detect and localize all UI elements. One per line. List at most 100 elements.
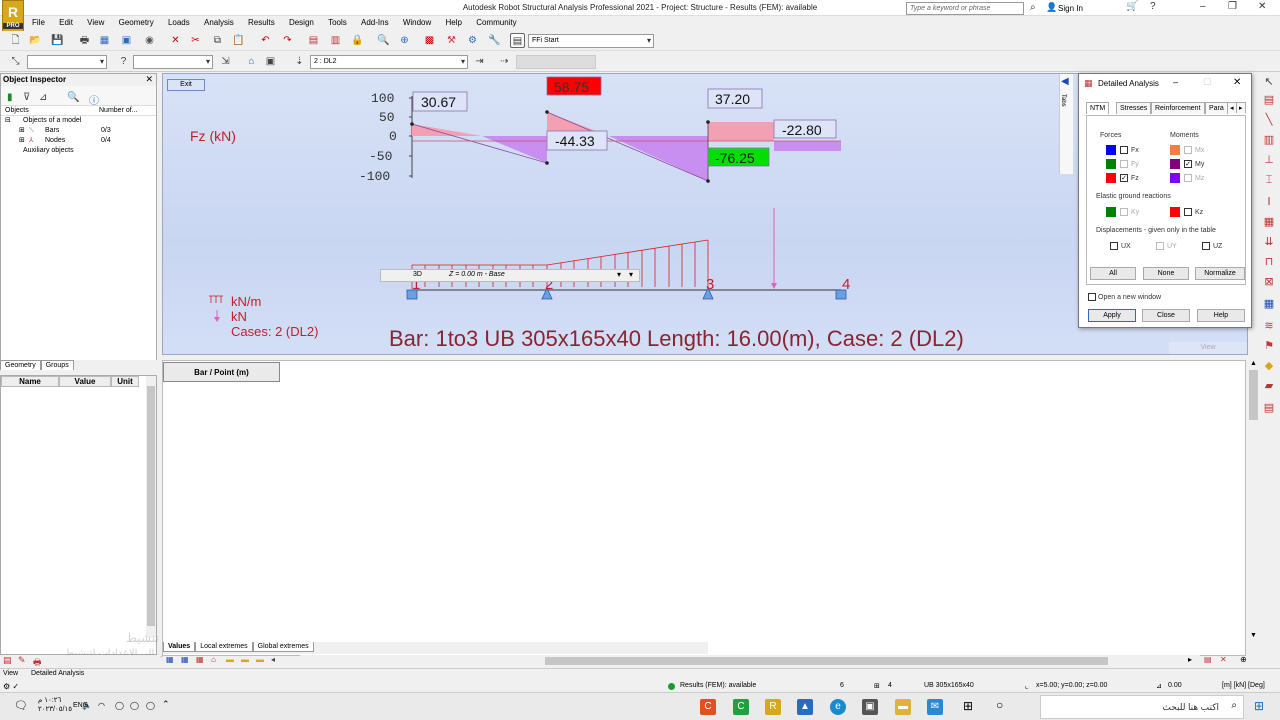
taskbar-explorer-icon[interactable]: ▬ xyxy=(895,699,911,715)
case-combo[interactable]: 2 : DL2 xyxy=(310,55,468,69)
selection-combo[interactable] xyxy=(27,55,107,69)
tab-global-extremes[interactable]: Global extremes xyxy=(252,642,314,652)
bar-point-header[interactable]: Bar / Point (m) xyxy=(163,362,280,382)
plate-icon[interactable]: ◆ xyxy=(1261,359,1277,373)
info-icon[interactable]: ⓘ xyxy=(89,92,99,107)
table-tool-8-icon[interactable]: ◂ xyxy=(271,655,275,664)
screen-capture-icon[interactable]: ▣ xyxy=(119,33,134,48)
table-tool-3-icon[interactable]: ▦ xyxy=(196,655,204,664)
apply-button[interactable]: Apply xyxy=(1088,309,1136,322)
tray-chevron-icon[interactable]: ⌃ xyxy=(162,699,170,710)
print-icon[interactable]: 🖶 xyxy=(77,33,92,48)
language-indicator[interactable]: ENG xyxy=(73,702,88,709)
table-icon[interactable]: ▤ xyxy=(306,33,321,48)
all-button[interactable]: All xyxy=(1090,267,1136,280)
view-icon[interactable]: ⌂ xyxy=(244,54,259,69)
table-view-icon[interactable]: ▦ xyxy=(1261,297,1277,311)
menu-community[interactable]: Community xyxy=(470,16,522,29)
mz-color-swatch[interactable] xyxy=(1170,173,1180,183)
tab-para[interactable]: Para xyxy=(1205,102,1228,114)
cart-icon[interactable]: 🛒 xyxy=(1126,1,1138,12)
help-search-input[interactable]: Type a keyword or phrase xyxy=(906,2,1024,15)
hscroll-right-icon[interactable]: ▸ xyxy=(1188,655,1192,664)
fx-checkbox[interactable] xyxy=(1120,146,1128,154)
layout-combo[interactable]: FFi Start xyxy=(528,34,654,48)
support-icon[interactable]: ⊥ xyxy=(1261,153,1277,167)
arrow-left-icon[interactable]: ◀ xyxy=(1061,76,1069,87)
grid-icon[interactable]: ▦ xyxy=(1261,215,1277,229)
clock[interactable]: ١٠:٢٦ م ٢٠٢٣/٠٥/١٥ xyxy=(38,696,72,714)
scroll-up-icon[interactable]: ▲ xyxy=(1250,360,1257,367)
taskbar-robot-icon[interactable]: R xyxy=(765,699,781,715)
cases-icon[interactable]: ⇣ xyxy=(292,54,307,69)
mx-color-swatch[interactable] xyxy=(1170,145,1180,155)
close-button[interactable]: Close xyxy=(1142,309,1190,322)
lock-icon[interactable]: 🔒 xyxy=(350,33,365,48)
help-button[interactable]: Help xyxy=(1197,309,1245,322)
tab-geometry[interactable]: Geometry xyxy=(0,360,41,370)
status-tab-detailed[interactable]: Detailed Analysis xyxy=(31,670,84,677)
tab-stresses[interactable]: Stresses xyxy=(1116,102,1152,114)
view-tab-3d[interactable]: 3D xyxy=(413,271,422,278)
results-horizontal-scrollbar[interactable] xyxy=(300,655,1200,667)
i-section-icon[interactable]: Ⅰ xyxy=(1261,195,1277,209)
network-icon[interactable]: ◯ xyxy=(115,701,124,710)
plane-up-icon[interactable]: ▾ xyxy=(629,270,633,279)
table-tool-5-icon[interactable]: ▬ xyxy=(226,655,234,664)
none-button[interactable]: None xyxy=(1143,267,1189,280)
print-preview-icon[interactable]: ▦ xyxy=(97,33,112,48)
menu-loads[interactable]: Loads xyxy=(162,16,196,29)
table-tool-7-icon[interactable]: ▬ xyxy=(256,655,264,664)
table-tool-4-icon[interactable]: ⌂ xyxy=(211,655,216,664)
uz-checkbox[interactable] xyxy=(1202,242,1210,250)
inspector-close-icon[interactable]: ✕ xyxy=(145,74,153,85)
redo-icon[interactable]: ↷ xyxy=(280,33,295,48)
dialog-close-icon[interactable]: ✕ xyxy=(1233,77,1241,88)
table-tool-6-icon[interactable]: ▬ xyxy=(241,655,249,664)
edit-icon[interactable]: ✎ xyxy=(18,655,26,666)
network-3-icon[interactable]: ◯ xyxy=(146,701,155,710)
select-icon[interactable]: ⇲ xyxy=(218,54,233,69)
tree-item-objects[interactable]: ⊟ Objects of a model xyxy=(1,116,156,126)
zoom-window-icon[interactable]: ⊕ xyxy=(397,33,412,48)
start-icon[interactable]: ⊞ xyxy=(1254,699,1264,713)
fy-color-swatch[interactable] xyxy=(1106,159,1116,169)
minimize-icon[interactable]: – xyxy=(1200,1,1206,12)
menu-design[interactable]: Design xyxy=(283,16,320,29)
calc-icon[interactable]: ▩ xyxy=(422,33,437,48)
taskbar-mail-icon[interactable]: ✉ xyxy=(927,699,943,715)
menu-view[interactable]: View xyxy=(81,16,110,29)
taskbar-photos-icon[interactable]: ▲ xyxy=(797,699,813,715)
case-forward-icon[interactable]: ⇥ xyxy=(472,54,487,69)
table-tool-2-icon[interactable]: ▦ xyxy=(181,655,189,664)
fx-color-swatch[interactable] xyxy=(1106,145,1116,155)
search-icon[interactable]: 🔍 xyxy=(67,92,79,103)
filter-icon[interactable]: ▮ xyxy=(7,92,13,103)
lower-tool-2-icon[interactable]: ✕ xyxy=(1220,655,1227,664)
member-icon[interactable]: ╲ xyxy=(1261,113,1277,127)
fz-color-swatch[interactable] xyxy=(1106,173,1116,183)
question-icon[interactable]: ? xyxy=(116,54,131,69)
menu-help[interactable]: Help xyxy=(440,16,468,29)
my-color-swatch[interactable] xyxy=(1170,159,1180,169)
binoculars-icon[interactable]: ⌕ xyxy=(1030,2,1036,13)
open-folder-icon[interactable]: 📂 xyxy=(28,33,43,48)
steel-icon[interactable]: ▰ xyxy=(1261,379,1277,393)
delete-icon[interactable]: ✕ xyxy=(168,33,183,48)
cursor-icon[interactable]: ⤡ xyxy=(8,54,23,69)
restore-icon[interactable]: ❐ xyxy=(1228,1,1237,12)
cut-icon[interactable]: ✂ xyxy=(188,33,203,48)
ux-checkbox[interactable] xyxy=(1110,242,1118,250)
taskbar-edge-icon[interactable]: e xyxy=(830,699,846,715)
kz-checkbox[interactable] xyxy=(1184,208,1192,216)
tree-icon[interactable]: ⊿ xyxy=(39,92,47,103)
paste-icon[interactable]: 📋 xyxy=(231,33,246,48)
taskbar-app2-icon[interactable]: C xyxy=(733,699,749,715)
plane-down-icon[interactable]: ▾ xyxy=(617,270,621,279)
sign-in-link[interactable]: Sign In xyxy=(1058,4,1083,13)
app-logo[interactable]: R PRO xyxy=(2,0,24,32)
taskbar-app1-icon[interactable]: C xyxy=(700,699,716,715)
props-scrollbar[interactable] xyxy=(146,376,156,638)
pointer-icon[interactable]: ↖ xyxy=(1261,75,1277,89)
taskbar-search[interactable]: اكتب هنا للبحث ⌕ xyxy=(1040,695,1244,719)
